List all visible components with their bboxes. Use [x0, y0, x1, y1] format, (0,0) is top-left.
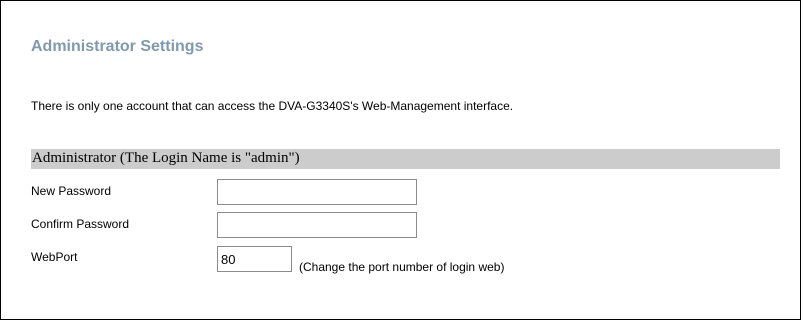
administrator-section-header: Administrator (The Login Name is "admin"… [31, 149, 780, 169]
page-description: There is only one account that can acces… [31, 99, 514, 113]
webport-label: WebPort [31, 250, 78, 264]
section-header-label: Administrator (The Login Name is "admin"… [32, 150, 300, 166]
webport-hint: (Change the port number of login web) [299, 260, 505, 274]
page-title: Administrator Settings [31, 38, 204, 55]
confirm-password-field[interactable] [217, 212, 417, 238]
confirm-password-label: Confirm Password [31, 217, 130, 231]
new-password-label: New Password [31, 184, 112, 198]
new-password-field[interactable] [217, 179, 417, 205]
webport-field[interactable] [217, 246, 292, 272]
settings-panel: Administrator Settings There is only one… [0, 0, 801, 320]
